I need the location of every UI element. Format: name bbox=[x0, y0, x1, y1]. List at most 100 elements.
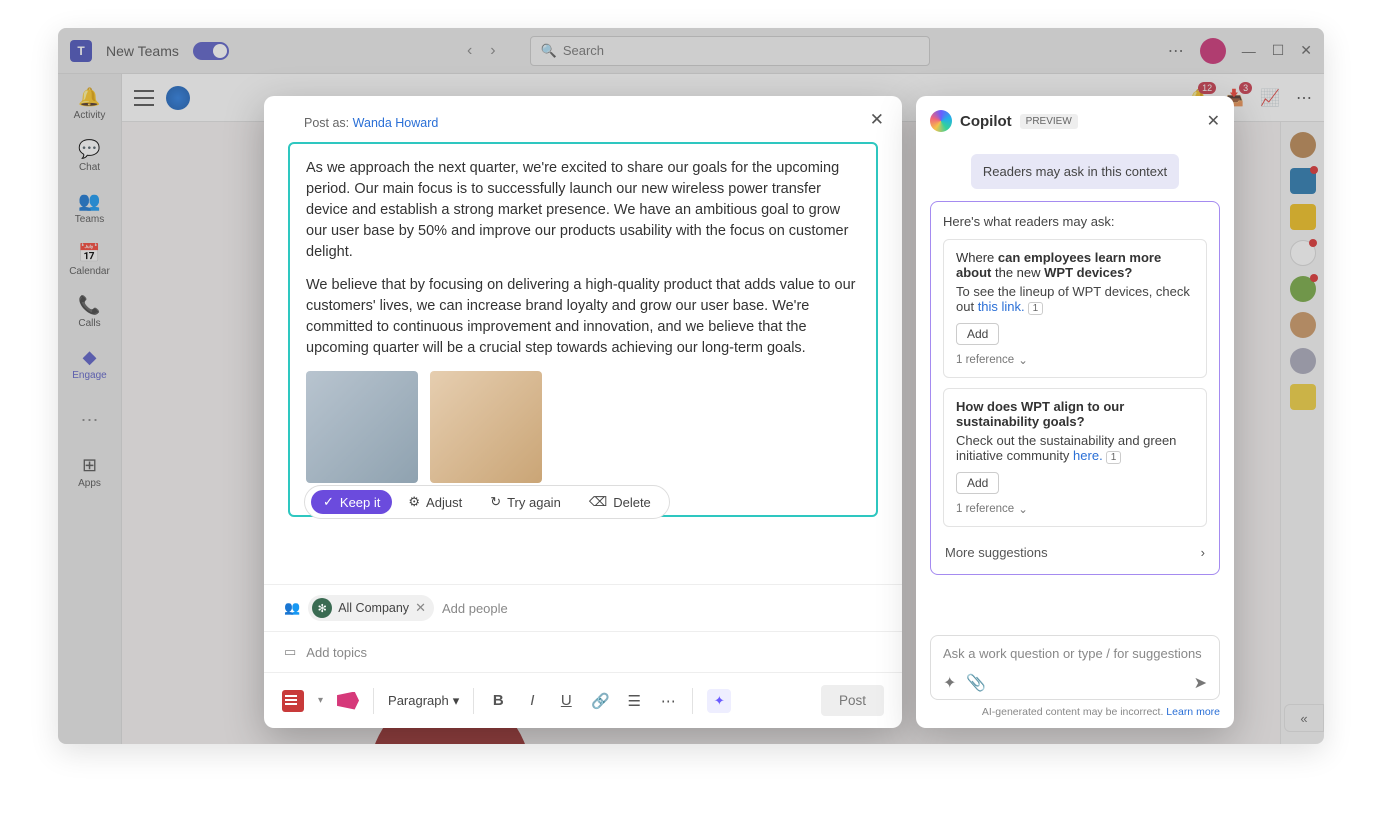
contact-avatar[interactable] bbox=[1290, 312, 1316, 338]
copilot-input-placeholder: Ask a work question or type / for sugges… bbox=[943, 646, 1207, 661]
copilot-panel: Copilot PREVIEW ✕ Readers may ask in thi… bbox=[916, 96, 1234, 728]
teams-app-icon: T bbox=[70, 40, 92, 62]
attach-icon[interactable]: 📎 bbox=[966, 673, 986, 693]
send-icon[interactable]: ➤ bbox=[1194, 673, 1207, 693]
more-apps-icon: ⋯ bbox=[81, 410, 99, 431]
adjust-button[interactable]: ⚙Adjust bbox=[396, 490, 474, 514]
minimize-icon[interactable]: — bbox=[1242, 43, 1256, 59]
compose-paragraph: As we approach the next quarter, we're e… bbox=[306, 158, 860, 263]
context-chip: Readers may ask in this context bbox=[971, 154, 1179, 189]
chevron-down-icon: ⌄ bbox=[1018, 502, 1028, 516]
keep-it-button[interactable]: ✓Keep it bbox=[311, 490, 392, 514]
suggestion-answer: Check out the sustainability and green i… bbox=[956, 433, 1194, 464]
collapse-rail-icon[interactable]: « bbox=[1284, 704, 1324, 732]
toolbar-more-icon[interactable]: ⋯ bbox=[658, 692, 678, 710]
rail-teams[interactable]: 👥Teams bbox=[62, 184, 118, 232]
audience-chip[interactable]: ✻ All Company ✕ bbox=[308, 595, 434, 621]
bold-icon[interactable]: B bbox=[488, 692, 508, 709]
community-icon: ✻ bbox=[312, 598, 332, 618]
chevron-down-icon: ⌄ bbox=[1018, 353, 1028, 367]
copilot-toolbar-icon[interactable]: ✦ bbox=[707, 689, 731, 713]
reference-toggle[interactable]: 1 reference⌄ bbox=[956, 502, 1194, 516]
chip-label: All Company bbox=[338, 601, 409, 615]
copilot-disclaimer: AI-generated content may be incorrect. L… bbox=[930, 706, 1220, 718]
delete-button[interactable]: ⌫Delete bbox=[577, 490, 663, 514]
announcement-type-icon[interactable] bbox=[282, 690, 304, 712]
paragraph-style-select[interactable]: Paragraph▾ bbox=[388, 693, 459, 709]
rail-calendar[interactable]: 📅Calendar bbox=[62, 236, 118, 284]
post-as-row: Post as: Wanda Howard bbox=[264, 96, 902, 134]
attached-image[interactable] bbox=[306, 371, 418, 483]
add-suggestion-button[interactable]: Add bbox=[956, 472, 999, 494]
rail-calls[interactable]: 📞Calls bbox=[62, 288, 118, 336]
reference-toggle[interactable]: 1 reference⌄ bbox=[956, 353, 1194, 367]
contact-avatar[interactable] bbox=[1290, 240, 1316, 266]
add-topics-input: Add topics bbox=[306, 645, 367, 660]
app-tile[interactable] bbox=[1290, 168, 1316, 194]
hamburger-icon[interactable] bbox=[134, 90, 154, 106]
appbar-more-icon[interactable]: ⋯ bbox=[1296, 88, 1312, 108]
learn-more-link[interactable]: Learn more bbox=[1166, 706, 1220, 718]
compose-toolbar: ▾ Paragraph▾ B I U 🔗 ☰ ⋯ ✦ Post bbox=[264, 672, 902, 728]
refresh-icon: ↻ bbox=[490, 494, 501, 510]
add-people-input[interactable]: Add people bbox=[442, 601, 508, 616]
engage-logo-icon bbox=[166, 86, 190, 110]
attached-image[interactable] bbox=[430, 371, 542, 483]
reference-badge[interactable]: 1 bbox=[1106, 451, 1122, 464]
nav-back-icon[interactable]: ‹ bbox=[467, 42, 472, 60]
try-again-button[interactable]: ↻Try again bbox=[478, 490, 573, 514]
people-icon: 👥 bbox=[78, 191, 100, 212]
search-input[interactable]: 🔍 Search bbox=[530, 36, 930, 66]
chevron-down-icon[interactable]: ▾ bbox=[318, 695, 323, 706]
italic-icon[interactable]: I bbox=[522, 692, 542, 709]
app-tile[interactable] bbox=[1290, 384, 1316, 410]
post-as-author-link[interactable]: Wanda Howard bbox=[353, 116, 439, 130]
ai-action-bar: ✓Keep it ⚙Adjust ↻Try again ⌫Delete bbox=[304, 485, 670, 519]
engage-icon: ◆ bbox=[83, 347, 97, 368]
speaker-type-icon[interactable] bbox=[337, 692, 359, 710]
post-button[interactable]: Post bbox=[821, 685, 884, 716]
user-avatar[interactable] bbox=[1200, 38, 1226, 64]
rail-more[interactable]: ⋯ bbox=[62, 396, 118, 444]
suggestion-question: Where can employees learn more about the… bbox=[956, 250, 1194, 280]
copilot-input[interactable]: Ask a work question or type / for sugges… bbox=[930, 635, 1220, 700]
list-icon[interactable]: ☰ bbox=[624, 692, 644, 710]
app-tile[interactable] bbox=[1290, 204, 1316, 230]
bell-icon: 🔔 bbox=[78, 87, 100, 108]
app-title: New Teams bbox=[106, 43, 179, 59]
maximize-icon[interactable]: ☐ bbox=[1272, 42, 1285, 59]
close-copilot-icon[interactable]: ✕ bbox=[1207, 111, 1220, 131]
more-suggestions-button[interactable]: More suggestions › bbox=[943, 537, 1207, 562]
more-icon[interactable]: ⋯ bbox=[1168, 41, 1184, 61]
teams-window: T New Teams ‹ › 🔍 Search ⋯ — ☐ ✕ 🔔Activi… bbox=[58, 28, 1324, 744]
titlebar: T New Teams ‹ › 🔍 Search ⋯ — ☐ ✕ bbox=[58, 28, 1324, 74]
compose-body[interactable]: As we approach the next quarter, we're e… bbox=[288, 142, 878, 517]
copilot-logo-icon bbox=[930, 110, 952, 132]
underline-icon[interactable]: U bbox=[556, 692, 576, 709]
chevron-right-icon: › bbox=[1201, 545, 1205, 560]
link-icon[interactable]: 🔗 bbox=[590, 692, 610, 710]
contact-avatar[interactable] bbox=[1290, 132, 1316, 158]
analytics-icon[interactable]: 📈 bbox=[1260, 88, 1280, 108]
nav-forward-icon[interactable]: › bbox=[490, 42, 495, 60]
search-placeholder: Search bbox=[563, 43, 604, 58]
add-suggestion-button[interactable]: Add bbox=[956, 323, 999, 345]
contact-avatar[interactable] bbox=[1290, 348, 1316, 374]
sparkle-icon[interactable]: ✦ bbox=[943, 673, 956, 693]
right-people-rail bbox=[1280, 122, 1324, 744]
rail-engage[interactable]: ◆Engage bbox=[62, 340, 118, 388]
suggestion-link[interactable]: this link. bbox=[978, 299, 1025, 314]
rail-chat[interactable]: 💬Chat bbox=[62, 132, 118, 180]
close-compose-icon[interactable]: ✕ bbox=[870, 110, 884, 130]
suggestion-link[interactable]: here. bbox=[1073, 448, 1103, 463]
reference-badge[interactable]: 1 bbox=[1028, 302, 1044, 315]
new-teams-toggle[interactable] bbox=[193, 42, 229, 60]
remove-chip-icon[interactable]: ✕ bbox=[415, 600, 426, 616]
rail-activity[interactable]: 🔔Activity bbox=[62, 80, 118, 128]
left-nav-rail: 🔔Activity 💬Chat 👥Teams 📅Calendar 📞Calls … bbox=[58, 74, 122, 744]
close-window-icon[interactable]: ✕ bbox=[1300, 42, 1312, 59]
rail-apps[interactable]: ⊞Apps bbox=[62, 448, 118, 496]
topics-row[interactable]: ▭ Add topics bbox=[264, 631, 902, 672]
contact-avatar[interactable] bbox=[1290, 276, 1316, 302]
adjust-icon: ⚙ bbox=[408, 494, 420, 510]
